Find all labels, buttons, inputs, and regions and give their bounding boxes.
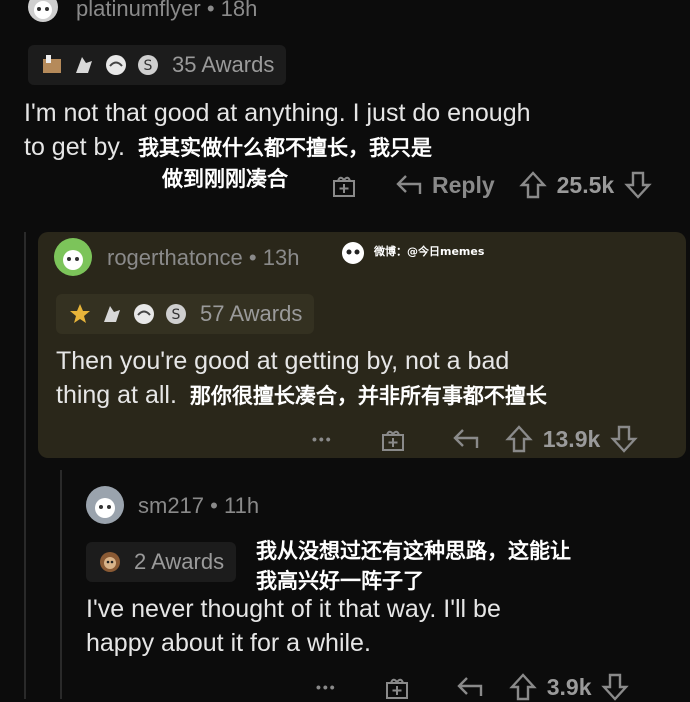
- translation-text: 我其实做什么都不擅长，我只是: [137, 136, 432, 160]
- awards-bar[interactable]: 2 Awards: [86, 542, 237, 582]
- awards-bar[interactable]: S 35 Awards: [28, 45, 287, 85]
- snoo-avatar-icon: [34, 1, 52, 19]
- vote-count: 25.5k: [556, 171, 615, 198]
- translation-text: 做到刚刚凑合: [158, 164, 292, 194]
- translation-text: 那你很擅长凑合，并非所有事都不擅长: [189, 384, 547, 408]
- timestamp: 13h: [262, 245, 300, 270]
- comment-text-line: happy about it for a while.: [86, 629, 371, 657]
- comment-text-line: to get by.: [24, 133, 125, 161]
- award-icon-1: [43, 55, 61, 73]
- username[interactable]: sm217: [138, 493, 204, 518]
- award-count: 35 Awards: [172, 52, 275, 77]
- downvote-icon[interactable]: [610, 424, 639, 454]
- comment-text-line: Then you're good at getting by, not a ba…: [56, 347, 510, 375]
- downvote-icon[interactable]: [624, 170, 652, 200]
- svg-text:S: S: [172, 307, 181, 323]
- reply-arrow-icon[interactable]: [394, 172, 424, 198]
- comment-text-line: I've never thought of it that way. I'll …: [86, 595, 501, 623]
- award-icon-2: [76, 57, 92, 73]
- translation-text: 我从没想过还有这种思路，这能让 我高兴好一阵子了: [252, 536, 575, 596]
- comment-text-line: I'm not that good at anything. I just do…: [24, 99, 531, 127]
- separator: •: [210, 493, 218, 518]
- timestamp: 18h: [220, 0, 258, 21]
- comment-text-line: thing at all.: [56, 381, 177, 409]
- avatar[interactable]: [86, 486, 124, 524]
- thread-line: [24, 232, 26, 699]
- award-count: 57 Awards: [200, 301, 303, 326]
- award-icon-2: [104, 306, 120, 322]
- weibo-logo-icon: [342, 242, 364, 264]
- awards-bar[interactable]: S 57 Awards: [56, 294, 315, 334]
- award-add-icon[interactable]: [383, 673, 411, 701]
- svg-text:S: S: [144, 58, 153, 74]
- downvote-icon[interactable]: [601, 672, 630, 702]
- sloth-award-icon: [100, 552, 120, 572]
- award-add-icon[interactable]: [330, 171, 358, 199]
- watermark: 微博：@今日memes: [338, 236, 484, 266]
- silver-award-icon: S: [138, 55, 158, 75]
- reply-arrow-icon[interactable]: [451, 426, 481, 452]
- upvote-icon[interactable]: [508, 672, 537, 702]
- upvote-icon[interactable]: [518, 170, 547, 200]
- separator: •: [248, 245, 257, 270]
- snoo-avatar-icon: [95, 498, 115, 518]
- vote-count: 3.9k: [546, 673, 592, 700]
- username[interactable]: rogerthatonce: [107, 245, 243, 270]
- timestamp: 11h: [224, 493, 260, 518]
- thread-line-nested: [60, 470, 62, 699]
- reply-arrow-icon[interactable]: [455, 674, 485, 700]
- avatar[interactable]: [54, 238, 92, 276]
- more-options-button[interactable]: •••: [316, 679, 337, 695]
- reply-button[interactable]: Reply: [432, 172, 495, 199]
- separator: •: [206, 0, 215, 21]
- avatar[interactable]: [28, 0, 58, 22]
- snoo-avatar-icon: [63, 250, 83, 270]
- more-options-button[interactable]: •••: [312, 431, 333, 447]
- award-count: 2 Awards: [134, 549, 225, 574]
- silver-award-icon: S: [166, 304, 186, 324]
- vote-count: 13.9k: [542, 425, 601, 452]
- award-icon-3: [106, 55, 126, 75]
- award-add-icon[interactable]: [379, 425, 407, 453]
- upvote-icon[interactable]: [504, 424, 533, 454]
- gold-award-icon: [70, 304, 90, 323]
- username[interactable]: platinumflyer: [76, 0, 201, 21]
- award-icon-3: [134, 304, 154, 324]
